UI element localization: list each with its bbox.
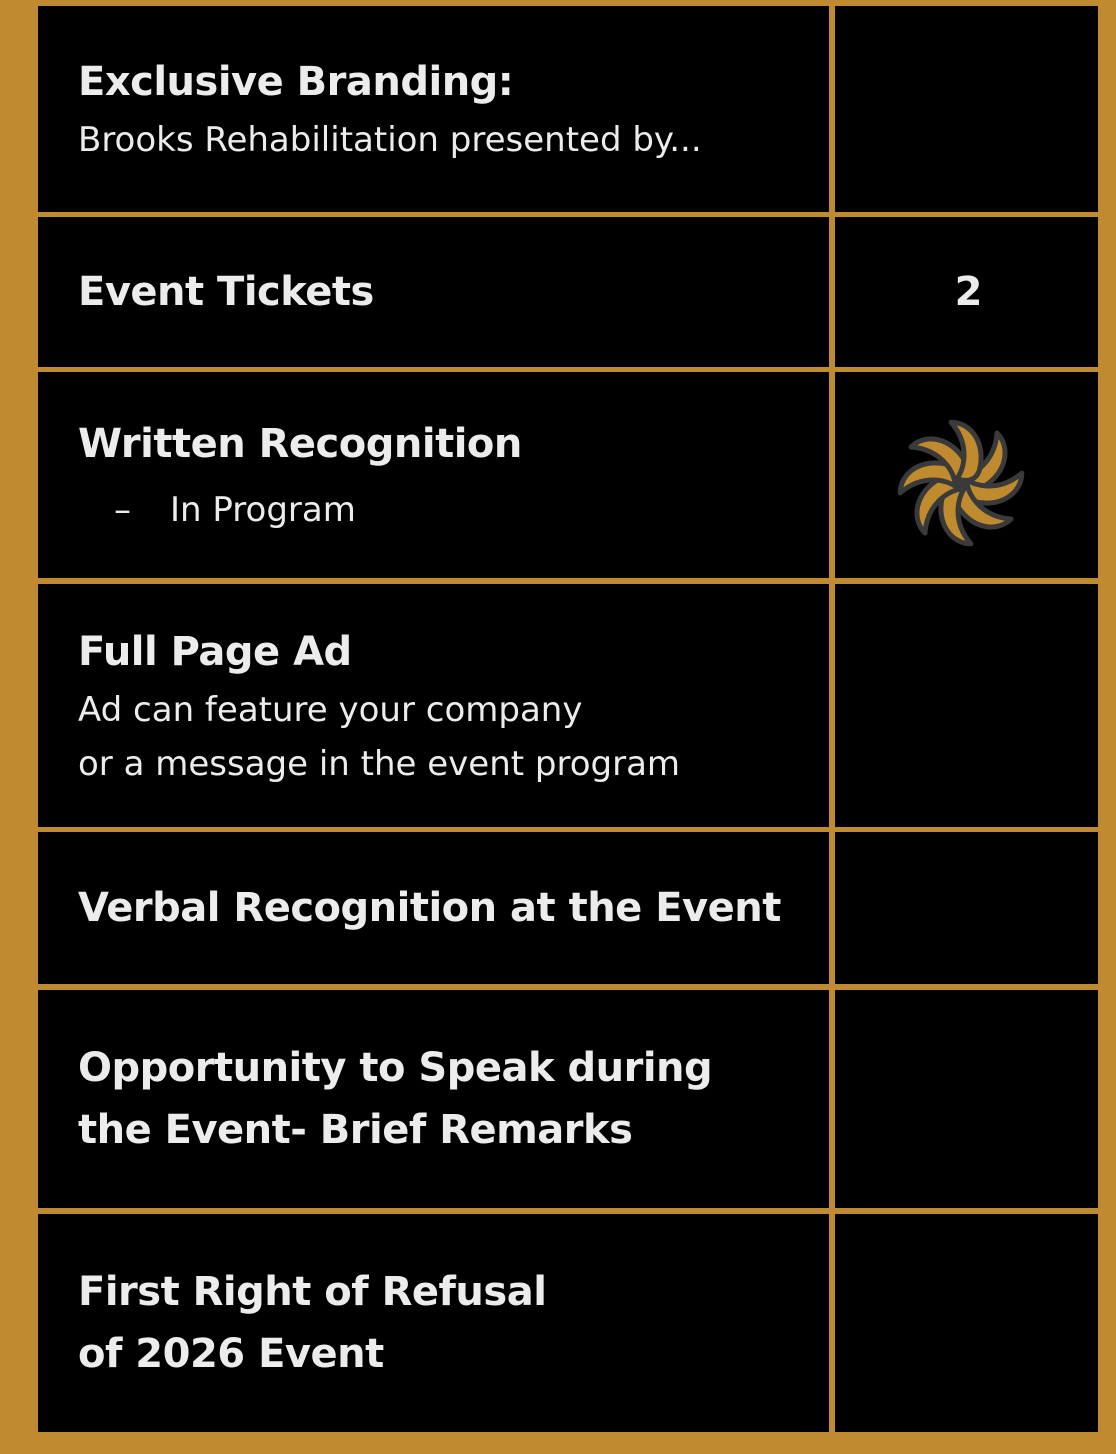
benefit-cell: First Right of Refusal of 2026 Event <box>38 1214 829 1432</box>
benefit-cell: Event Tickets <box>38 217 829 367</box>
benefit-title: Exclusive Branding: <box>78 59 514 105</box>
value-cell <box>835 832 1098 984</box>
benefit-description-line-1: Ad can feature your company <box>78 689 583 730</box>
bullet-text: In Program <box>170 490 356 530</box>
benefit-title: Written Recognition <box>78 421 522 467</box>
benefit-cell: Opportunity to Speak during the Event- B… <box>38 990 829 1208</box>
table-row: Opportunity to Speak during the Event- B… <box>0 990 1116 1208</box>
table-row: Verbal Recognition at the Event <box>0 832 1116 984</box>
benefit-value: 2 <box>954 269 983 315</box>
value-cell <box>835 990 1098 1208</box>
table-row: Written Recognition – In Program <box>0 372 1116 578</box>
value-cell <box>835 584 1098 827</box>
benefit-title-line-1: First Right of Refusal <box>78 1269 547 1315</box>
table-row: Full Page Ad Ad can feature your company… <box>0 584 1116 827</box>
bullet-dash: – <box>114 490 131 530</box>
value-cell <box>835 372 1098 578</box>
value-cell <box>835 1214 1098 1432</box>
benefit-title-line-1: Opportunity to Speak during <box>78 1045 713 1091</box>
value-cell <box>835 6 1098 212</box>
benefit-bullet: – In Program <box>78 483 829 537</box>
swirl-check-icon <box>891 413 1031 553</box>
table-row: First Right of Refusal of 2026 Event <box>0 1214 1116 1432</box>
swirl-center <box>955 478 966 488</box>
benefit-cell: Written Recognition – In Program <box>38 372 829 578</box>
benefit-cell: Verbal Recognition at the Event <box>38 832 829 984</box>
benefit-title-line-2: of 2026 Event <box>78 1331 384 1377</box>
benefit-description: Brooks Rehabilitation presented by... <box>78 120 702 160</box>
benefit-cell: Exclusive Branding: Brooks Rehabilitatio… <box>38 6 829 212</box>
benefit-title: Event Tickets <box>78 269 374 315</box>
value-cell: 2 <box>835 217 1098 367</box>
table-row: Exclusive Branding: Brooks Rehabilitatio… <box>0 6 1116 212</box>
benefits-table: Exclusive Branding: Brooks Rehabilitatio… <box>0 0 1116 1454</box>
benefit-cell: Full Page Ad Ad can feature your company… <box>38 584 829 827</box>
benefit-title: Verbal Recognition at the Event <box>78 885 781 931</box>
benefit-title: Full Page Ad <box>78 628 352 675</box>
table-row: Event Tickets 2 <box>0 217 1116 367</box>
benefit-title-line-2: the Event- Brief Remarks <box>78 1107 633 1153</box>
benefit-description-line-2: or a message in the event program <box>78 743 681 784</box>
